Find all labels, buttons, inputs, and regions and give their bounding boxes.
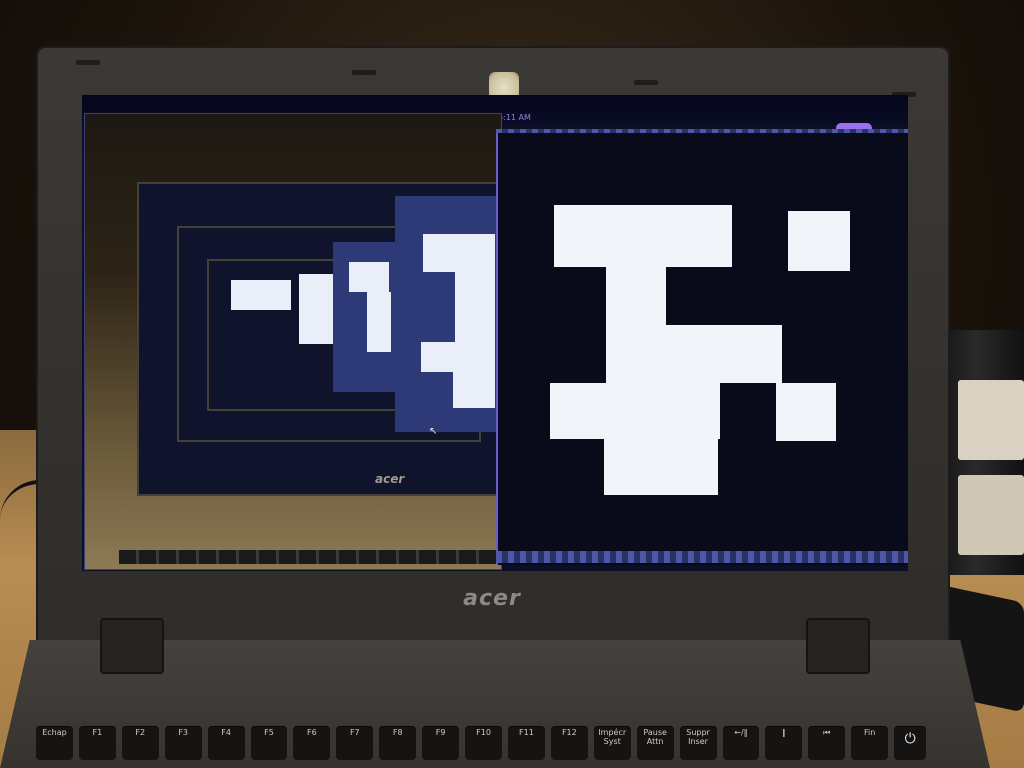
pattern-block (788, 211, 850, 271)
pattern-block (604, 439, 718, 495)
nested-pattern-block (231, 280, 291, 310)
key-media-prev[interactable]: ⏮ (808, 726, 846, 760)
tea-tin-label (958, 380, 1024, 460)
nested-pattern-block (423, 234, 495, 272)
key-f9[interactable]: F9 (422, 726, 460, 760)
key-media-play[interactable]: ←/‖ (722, 726, 760, 760)
nested-pattern-block (367, 292, 391, 352)
pattern-block (606, 325, 782, 383)
hinge-right (806, 618, 870, 674)
key-f12[interactable]: F12 (550, 726, 588, 760)
key-f7[interactable]: F7 (336, 726, 374, 760)
key-echap[interactable]: Echap (36, 726, 73, 760)
nested-acer-logo: acer (375, 472, 405, 486)
key-end[interactable]: Fin (851, 726, 889, 760)
pattern-block (554, 205, 732, 267)
key-media-stop[interactable]: ❙ (765, 726, 803, 760)
pattern-window (496, 133, 908, 565)
laptop-screen: 09:26:11 AM acer ↖ (82, 95, 908, 571)
tea-tin-label-lower (958, 475, 1024, 555)
key-pause[interactable]: Pause Attn (636, 726, 674, 760)
key-f2[interactable]: F2 (121, 726, 159, 760)
nested-pattern-block (299, 274, 333, 344)
nested-pattern-block (453, 372, 495, 408)
recursive-capture-window: acer ↖ (84, 113, 502, 570)
key-f4[interactable]: F4 (207, 726, 245, 760)
nested-pattern-block (349, 262, 389, 292)
key-f8[interactable]: F8 (379, 726, 417, 760)
lid-bumper (634, 80, 658, 85)
key-f1[interactable]: F1 (78, 726, 116, 760)
key-f11[interactable]: F11 (507, 726, 545, 760)
pattern-block (606, 267, 666, 325)
pattern-block (776, 383, 836, 441)
key-print-screen[interactable]: Impécr Syst (593, 726, 631, 760)
nested-keyboard (119, 550, 499, 564)
power-icon[interactable]: ⏻ (894, 726, 927, 760)
key-f5[interactable]: F5 (250, 726, 288, 760)
acer-logo: acer (463, 586, 521, 611)
lid-bumper (352, 70, 376, 75)
pattern-block (550, 383, 720, 439)
key-f3[interactable]: F3 (164, 726, 202, 760)
key-f6[interactable]: F6 (293, 726, 331, 760)
function-key-row: Echap F1 F2 F3 F4 F5 F6 F7 F8 F9 F10 F11… (36, 726, 927, 760)
key-f10[interactable]: F10 (465, 726, 502, 760)
hinge-left (100, 618, 164, 674)
lid-bumper (76, 60, 100, 65)
nested-pattern-block (421, 342, 495, 372)
window-border-bottom (496, 551, 908, 563)
key-delete[interactable]: Suppr Inser (679, 726, 717, 760)
nested-pattern-block (455, 272, 495, 342)
mouse-cursor-icon: ↖ (429, 426, 438, 437)
